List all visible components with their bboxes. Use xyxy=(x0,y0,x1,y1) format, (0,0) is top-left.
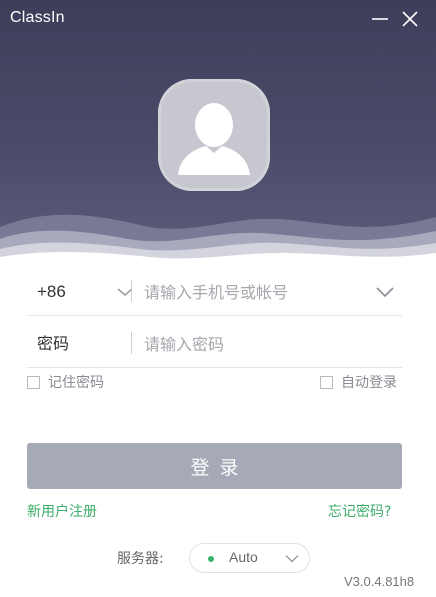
chevron-down-icon xyxy=(285,555,299,563)
country-code-select[interactable]: +86 xyxy=(37,268,133,316)
close-icon xyxy=(402,11,418,27)
login-window: ClassIn +86 请输入手机号或帐号 密码 记住密码 自动登录 登录 新用… xyxy=(0,0,436,597)
auto-login-label: 自动登录 xyxy=(341,375,397,391)
avatar xyxy=(158,79,270,191)
password-input[interactable] xyxy=(144,328,394,360)
server-status-dot xyxy=(208,556,214,562)
checkbox-box[interactable] xyxy=(27,375,40,389)
version-label: V3.0.4.81h8 xyxy=(344,574,415,589)
account-history-chevron-icon[interactable] xyxy=(375,286,395,298)
remember-password-checkbox[interactable]: 记住密码 xyxy=(27,372,104,392)
server-label: 服务器: xyxy=(117,551,164,567)
header-waves xyxy=(0,205,436,270)
field-divider xyxy=(131,280,132,302)
remember-password-label: 记住密码 xyxy=(48,375,104,391)
phone-row: +86 xyxy=(27,268,402,316)
register-link[interactable]: 新用户注册 xyxy=(27,501,97,521)
forgot-password-link[interactable]: 忘记密码? xyxy=(328,501,391,521)
close-button[interactable] xyxy=(399,8,421,30)
server-value: Auto xyxy=(229,549,258,565)
phone-input[interactable] xyxy=(144,276,364,308)
checkbox-box[interactable] xyxy=(320,375,333,389)
login-button[interactable]: 登录 xyxy=(27,443,402,489)
server-select[interactable]: Auto xyxy=(189,543,310,573)
minimize-button[interactable] xyxy=(369,8,391,30)
country-code-value: +86 xyxy=(37,282,66,301)
app-title: ClassIn xyxy=(10,9,65,26)
password-label: 密码 xyxy=(37,334,70,353)
field-divider xyxy=(131,332,132,354)
auto-login-checkbox[interactable]: 自动登录 xyxy=(320,372,397,392)
password-row: 密码 xyxy=(27,320,402,368)
minimize-icon xyxy=(372,18,388,20)
user-avatar-icon xyxy=(178,103,250,175)
